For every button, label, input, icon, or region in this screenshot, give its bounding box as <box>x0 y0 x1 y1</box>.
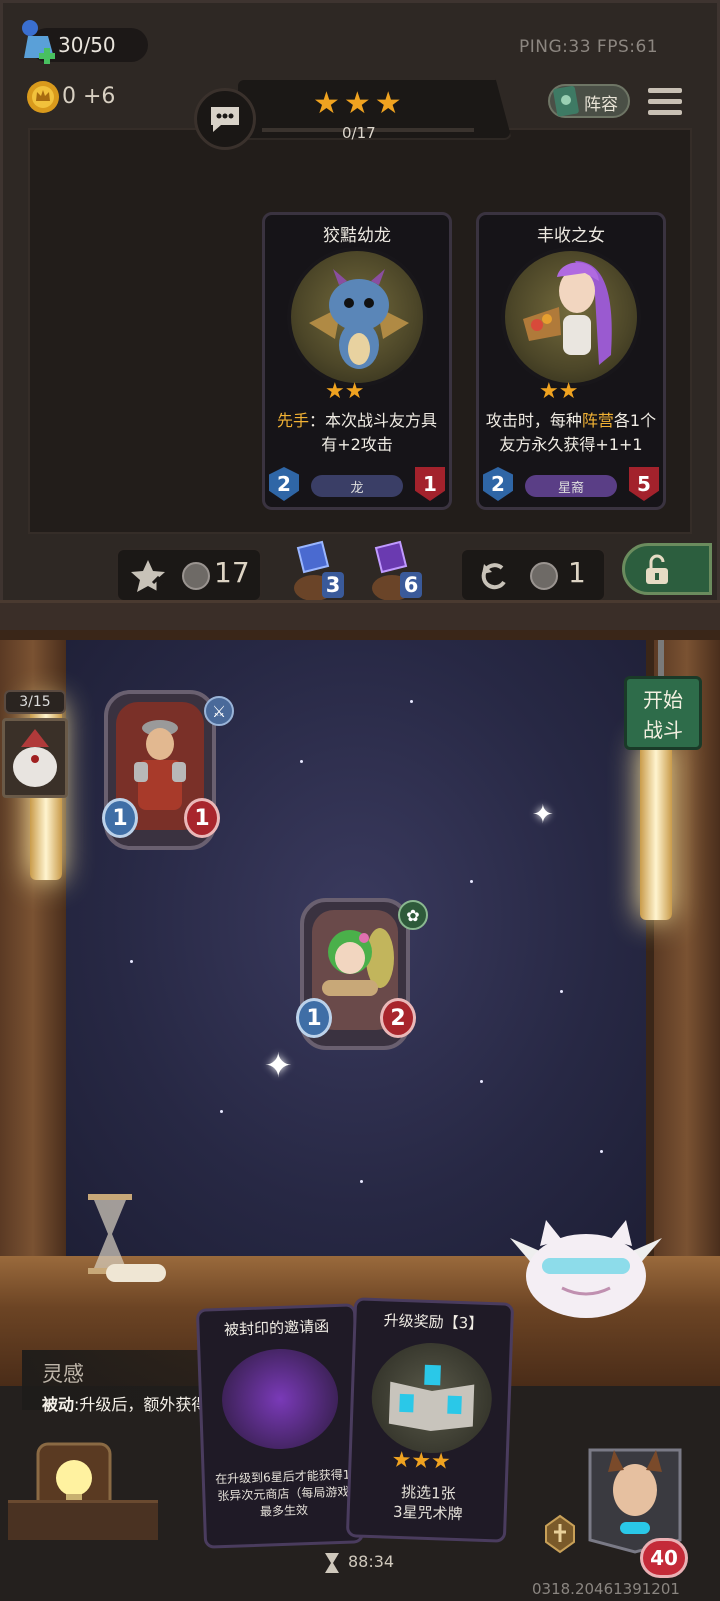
star-dot <box>470 880 473 883</box>
opponent-portrait[interactable] <box>2 718 68 798</box>
gold-coin-icon <box>27 81 59 113</box>
star-dot <box>410 700 413 703</box>
star-dot <box>220 1110 223 1113</box>
refresh-cost: 1 <box>568 556 586 589</box>
shop-card-harvest-maiden[interactable]: 丰收之女 ★★ 攻击时，每种阵营各1个友方永久获得+1+1 2 星裔 5 <box>476 212 666 510</box>
tier-progress-text: 0/17 <box>342 124 376 142</box>
keyword-faction: 阵营 <box>581 411 614 430</box>
card-description: 先手：本次战斗友方具有+2攻击 <box>273 409 441 457</box>
level-up-star-icon <box>131 560 165 592</box>
level-up-cost: 17 <box>214 556 250 589</box>
card-stars: ★★ <box>325 379 365 404</box>
unit-attack: 1 <box>296 998 332 1038</box>
star-dot <box>130 960 133 963</box>
spell-art-book <box>369 1340 494 1456</box>
description-text: 攻击时，每种 <box>485 411 582 430</box>
warrior-tribe-icon: ⚔ <box>204 696 234 726</box>
card-tribe: 星裔 <box>525 475 617 497</box>
purple-gem-pouch[interactable]: 6 <box>366 540 424 602</box>
coin-icon <box>530 562 558 590</box>
lineup-label: 阵容 <box>584 95 618 115</box>
spell-title: 升级奖励【3】 <box>383 1311 484 1333</box>
right-lamp <box>640 740 672 920</box>
ping-fps-readout: PING:33 FPS:61 <box>519 37 659 57</box>
unit-attack: 1 <box>102 798 138 838</box>
keyword-first-strike: 先手 <box>276 411 309 430</box>
card-health: 1 <box>415 467 445 501</box>
blue-gem-count: 3 <box>322 572 344 598</box>
star-dot <box>480 1080 483 1083</box>
timer-hourglass-icon <box>325 1553 339 1573</box>
spell-description: 在升级到6星后才能获得1张异次元商店（每局游戏最多生效 <box>214 1467 351 1519</box>
card-attack: 2 <box>269 467 299 501</box>
sign-chain <box>658 640 664 676</box>
card-description: 攻击时，每种阵营各1个友方永久获得+1+1 <box>483 409 659 457</box>
card-name: 丰收之女 <box>537 226 605 246</box>
panel-divider <box>0 600 720 630</box>
unit-health: 2 <box>380 998 416 1038</box>
lineup-book-icon <box>553 85 579 117</box>
health-potion-icon <box>22 20 55 64</box>
start-battle-button[interactable]: 开始 战斗 <box>624 676 702 750</box>
card-health: 5 <box>629 467 659 501</box>
spellbook-icon <box>388 1364 475 1432</box>
hint-keyword: 被动 <box>42 1395 75 1414</box>
blue-gem-pouch[interactable]: 3 <box>288 540 346 602</box>
menu-icon[interactable] <box>646 84 684 120</box>
hand-card-upgrade-reward[interactable]: 升级奖励【3】 ★★★ 挑选1张 3星咒术牌 <box>345 1297 515 1543</box>
scroll-icon <box>106 1264 166 1282</box>
maiden-portrait-icon <box>523 261 612 365</box>
lock-shop-button[interactable] <box>622 543 712 595</box>
unit-health: 1 <box>184 798 220 838</box>
opponent-avatar-icon <box>13 729 57 787</box>
round-counter: 3/15 <box>4 690 66 714</box>
card-stars: ★★ <box>539 379 579 404</box>
coin-icon <box>182 562 210 590</box>
board-unit-fairy[interactable]: 1 2 <box>296 898 416 1050</box>
spell-stars: ★★★ <box>391 1447 452 1475</box>
description-text: ：本次战斗友方具有+2攻击 <box>309 411 438 454</box>
card-art-dragon <box>287 247 427 387</box>
chat-button[interactable] <box>194 88 256 150</box>
star-dot <box>300 760 303 763</box>
tavern-tier-stars: ★★★ <box>313 86 406 121</box>
build-id: 0318.20461391201 <box>532 1580 680 1598</box>
card-name: 狡黠幼龙 <box>323 226 391 246</box>
refresh-icon <box>481 563 506 590</box>
shop-card-cunning-whelp[interactable]: 狡黠幼龙 ★★ 先手：本次战斗友方具有+2攻击 2 龙 1 <box>262 212 452 510</box>
sparkle-icon: ✦ <box>264 1046 293 1086</box>
hand-card-sealed-invitation[interactable]: 被封印的邀请函 在升级到6星后才能获得1张异次元商店（每局游戏最多生效 <box>195 1303 365 1549</box>
hero-portrait[interactable] <box>580 1430 690 1554</box>
star-dot <box>560 990 563 993</box>
unlock-icon <box>646 554 668 584</box>
start-battle-label: 开始 战斗 <box>643 688 683 742</box>
chest-base <box>8 1500 158 1540</box>
star-dot <box>360 1180 363 1183</box>
hint-title: 灵感 <box>42 1362 84 1386</box>
mascot-cat-icon[interactable] <box>506 1206 666 1320</box>
card-tribe: 龙 <box>311 475 403 497</box>
star-dot <box>600 1150 603 1153</box>
board-unit-knight[interactable]: 1 1 <box>102 690 220 850</box>
nature-tribe-icon: ✿ <box>398 900 428 930</box>
spell-title: 被封印的邀请函 <box>223 1317 330 1339</box>
hero-power-icon[interactable] <box>542 1514 578 1554</box>
chat-icon <box>211 107 239 132</box>
health-value: 30/50 <box>58 33 116 57</box>
hero-health: 40 <box>640 1538 688 1578</box>
dragon-portrait-icon <box>309 269 409 369</box>
purple-gem-count: 6 <box>400 572 422 598</box>
sparkle-icon: ✦ <box>532 800 554 830</box>
spell-art-portal <box>220 1346 340 1451</box>
card-attack: 2 <box>483 467 513 501</box>
spell-description: 挑选1张 3星咒术牌 <box>392 1483 463 1524</box>
card-art-maiden <box>501 247 641 387</box>
turn-timer: 88:34 <box>348 1552 395 1571</box>
gold-value: 0 +6 <box>62 84 116 109</box>
